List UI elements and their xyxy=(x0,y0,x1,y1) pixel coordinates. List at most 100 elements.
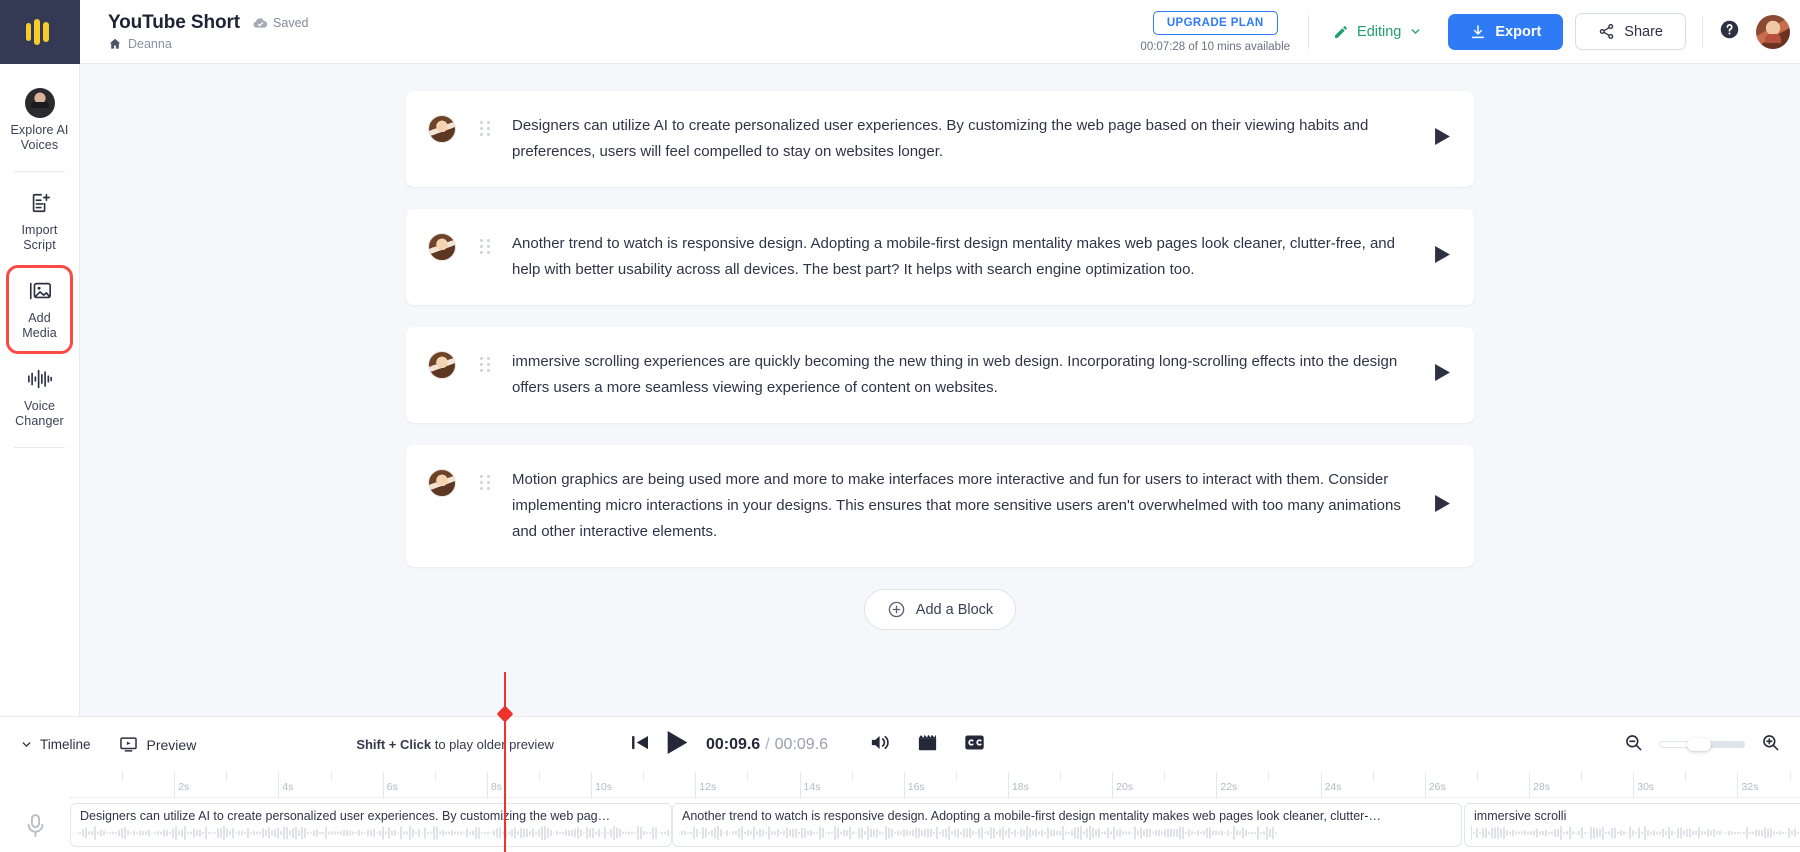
timeline-zoom-slider[interactable] xyxy=(1659,738,1745,751)
help-circle-icon[interactable] xyxy=(1719,19,1740,45)
script-blocks: Designers can utilize AI to create perso… xyxy=(406,64,1474,630)
ruler-tick-minor xyxy=(747,772,749,780)
ruler-tick-minor xyxy=(330,772,332,780)
drag-handle-icon[interactable] xyxy=(480,475,492,490)
timeline-clip-text: immersive scrolli xyxy=(1474,809,1567,823)
script-block[interactable]: immersive scrolling experiences are quic… xyxy=(406,327,1474,423)
script-block-text[interactable]: Designers can utilize AI to create perso… xyxy=(492,113,1429,165)
sidebar-item-sublabel: Changer xyxy=(15,414,64,428)
sidebar-divider xyxy=(14,171,65,172)
share-button[interactable]: Share xyxy=(1575,13,1686,50)
scene-button[interactable] xyxy=(917,733,938,757)
audio-track-header[interactable] xyxy=(0,798,70,852)
speaker-avatar[interactable] xyxy=(428,233,456,261)
drag-handle-icon[interactable] xyxy=(480,357,492,372)
app-logo[interactable] xyxy=(0,0,80,64)
block-play-button[interactable] xyxy=(1429,489,1456,523)
ruler-tick-label: 16s xyxy=(907,781,925,793)
ruler-tick-minor xyxy=(226,772,228,780)
speaker-avatar[interactable] xyxy=(428,351,456,379)
plan-usage-label: 00:07:28 of 10 mins available xyxy=(1140,40,1291,53)
block-play-button[interactable] xyxy=(1429,122,1456,156)
drag-handle-icon[interactable] xyxy=(480,239,492,254)
clapperboard-icon xyxy=(918,734,937,750)
zoom-in-button[interactable] xyxy=(1761,733,1780,757)
top-header: YouTube Short Saved Deanna UPGRADE PLAN xyxy=(80,0,1800,64)
script-block[interactable]: Designers can utilize AI to create perso… xyxy=(406,91,1474,187)
total-time: 00:09.6 xyxy=(774,735,829,753)
script-block-text[interactable]: Another trend to watch is responsive des… xyxy=(492,231,1429,283)
timeline-clip[interactable]: immersive scrolli xyxy=(1464,803,1800,847)
ruler-tick-label: 28s xyxy=(1533,781,1550,793)
block-play-button[interactable] xyxy=(1429,240,1456,274)
ruler-tick-label: 4s xyxy=(282,781,294,793)
script-block[interactable]: Another trend to watch is responsive des… xyxy=(406,209,1474,305)
skip-to-start-icon xyxy=(632,735,648,749)
breadcrumb-label: Deanna xyxy=(128,37,172,51)
preview-label: Preview xyxy=(146,736,197,753)
ruler-tick-minor xyxy=(1372,772,1374,780)
preview-button[interactable]: Preview xyxy=(119,735,197,754)
skip-to-start-button[interactable] xyxy=(632,735,649,755)
drag-handle-icon[interactable] xyxy=(480,121,492,136)
timeline-label: Timeline xyxy=(40,737,91,752)
breadcrumb[interactable]: Deanna xyxy=(108,37,309,51)
ruler-tick-major xyxy=(174,772,176,798)
time-display: 00:09.6/00:09.6 xyxy=(706,736,828,754)
play-icon xyxy=(1435,246,1450,263)
home-icon xyxy=(109,38,121,49)
plan-area: UPGRADE PLAN 00:07:28 of 10 mins availab… xyxy=(1140,10,1306,53)
add-block-label: Add a Block xyxy=(915,601,994,618)
ruler-tick-minor xyxy=(434,772,436,780)
speaker-avatar[interactable] xyxy=(428,115,456,143)
ruler-tick-label: 22s xyxy=(1220,781,1238,793)
timeline-playhead[interactable] xyxy=(496,672,514,852)
closed-caption-icon xyxy=(965,735,984,749)
ruler-tick-minor xyxy=(1581,772,1583,780)
timeline-clip[interactable]: Another trend to watch is responsive des… xyxy=(672,803,1462,847)
play-button[interactable] xyxy=(667,730,688,759)
ruler-tick-minor xyxy=(851,772,853,780)
timeline-toggle[interactable]: Timeline xyxy=(20,737,91,752)
upgrade-plan-button[interactable]: UPGRADE PLAN xyxy=(1152,10,1278,35)
script-block-text[interactable]: immersive scrolling experiences are quic… xyxy=(492,349,1429,401)
script-block[interactable]: Motion graphics are being used more and … xyxy=(406,445,1474,567)
timeline-ruler[interactable]: 2s 4s 6s 8s 10s 12s 14s 16s 18s 20s 22s 24s 26s 28s 30… xyxy=(70,772,1800,798)
download-icon xyxy=(1472,24,1485,38)
sidebar-item-import-script[interactable]: Import Script xyxy=(8,178,71,265)
zoom-out-button[interactable] xyxy=(1624,733,1643,757)
ruler-tick-major xyxy=(278,772,280,798)
export-button[interactable]: Export xyxy=(1448,13,1564,50)
timeline-clip[interactable]: Designers can utilize AI to create perso… xyxy=(70,803,672,847)
page-title: YouTube Short xyxy=(108,12,241,33)
play-icon xyxy=(1435,364,1450,381)
timeline-clip-text: Another trend to watch is responsive des… xyxy=(682,809,1381,823)
timeline-panel: 2s 4s 6s 8s 10s 12s 14s 16s 18s 20s 22s 24s 26s 28s 30… xyxy=(0,672,1800,852)
zoom-slider-knob[interactable] xyxy=(1686,738,1711,751)
add-block-button[interactable]: Add a Block xyxy=(863,589,1017,630)
sidebar-item-explore-ai-voices[interactable]: Explore AI Voices xyxy=(8,78,71,165)
ruler-tick-label: 14s xyxy=(803,781,821,793)
avatar[interactable] xyxy=(1756,14,1790,49)
ruler-tick-major xyxy=(1424,772,1426,798)
ruler-tick-label: 30s xyxy=(1637,781,1655,793)
speaker-avatar[interactable] xyxy=(428,469,456,497)
waveform-icon xyxy=(77,826,671,840)
waveform-icon xyxy=(679,826,1277,840)
script-canvas: Designers can utilize AI to create perso… xyxy=(80,64,1800,716)
ruler-tick-label: 32s xyxy=(1741,781,1759,793)
sidebar-item-voice-changer[interactable]: Voice Changer xyxy=(8,354,71,441)
document-title-area: YouTube Short Saved Deanna xyxy=(80,12,309,51)
editing-mode-dropdown[interactable]: Editing xyxy=(1327,20,1428,44)
block-play-button[interactable] xyxy=(1429,358,1456,392)
ruler-tick-major xyxy=(486,772,488,798)
script-block-text[interactable]: Motion graphics are being used more and … xyxy=(492,467,1429,545)
preview-hint: Shift + Click to play older preview xyxy=(356,737,554,752)
ruler-tick-label: 12s xyxy=(699,781,717,793)
cloud-check-icon xyxy=(253,18,268,28)
volume-button[interactable] xyxy=(870,733,891,757)
sidebar-item-add-media[interactable]: Add Media xyxy=(6,265,73,354)
share-label: Share xyxy=(1624,23,1663,40)
chevron-down-icon xyxy=(22,742,31,748)
captions-button[interactable] xyxy=(964,734,985,756)
